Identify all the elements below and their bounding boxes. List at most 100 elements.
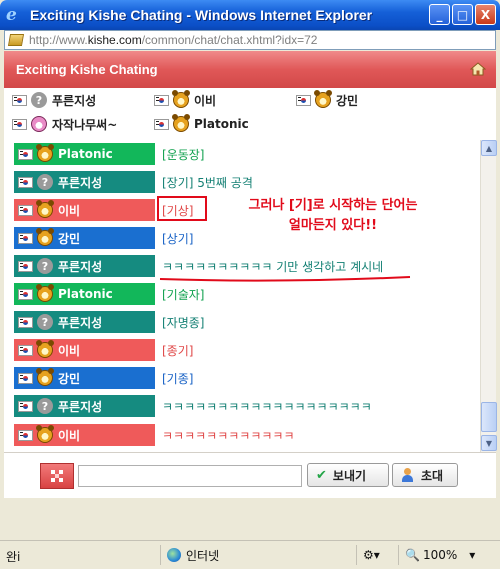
security-zone: 인터넷	[160, 545, 356, 565]
status-bar: 완i 인터넷 ⚙▾ 🔍 100% ▾	[0, 540, 500, 569]
korea-flag-icon	[18, 232, 33, 244]
sender-cell: ? 푸른지성	[14, 395, 155, 417]
person-icon	[401, 468, 415, 482]
sender-cell: Platonic	[14, 283, 155, 305]
chat-row: 강민 [기종]	[14, 367, 474, 389]
korea-flag-icon	[18, 176, 33, 188]
bear-avatar-icon	[36, 284, 54, 302]
unknown-avatar-icon: ?	[37, 398, 53, 414]
korea-flag-icon	[154, 94, 169, 106]
user-item[interactable]: ? 푸른지성	[12, 90, 96, 110]
message-text: [상기]	[162, 231, 194, 246]
close-button[interactable]: X	[475, 4, 496, 25]
korea-flag-icon	[18, 288, 33, 300]
chat-log: Platonic [운동장] ? 푸른지성 [장기] 5번째 공격 이비 [기상]…	[4, 140, 480, 452]
unknown-avatar-icon: ?	[37, 258, 53, 274]
annotation-line-1: 그러나 [기]로 시작하는 단어는	[248, 198, 418, 213]
globe-icon	[167, 548, 181, 562]
page-title: Exciting Kishe Chating	[16, 62, 158, 77]
url-text: http://www.kishe.com/common/chat/chat.xh…	[29, 33, 318, 47]
zoom-control[interactable]: 🔍 100% ▾	[398, 545, 496, 565]
chat-row: ? 푸른지성 ㅋㅋㅋㅋㅋㅋㅋㅋㅋㅋㅋㅋㅋㅋㅋㅋㅋㅋㅋ	[14, 395, 474, 417]
bear-avatar-icon	[314, 90, 332, 108]
unknown-avatar-icon: ?	[31, 92, 47, 108]
message-text: [운동장]	[162, 147, 205, 162]
minimize-button[interactable]: _	[429, 4, 450, 25]
page-icon	[7, 34, 25, 46]
korea-flag-icon	[18, 148, 33, 160]
sender-cell: 강민	[14, 227, 155, 249]
message-text: ㅋㅋㅋㅋㅋㅋㅋㅋㅋㅋ 기만 생각하고 계시네	[162, 259, 384, 274]
annotation-text: 그러나 [기]로 시작하는 단어는 얼마든지 있다!!	[213, 196, 453, 236]
protected-mode-toggle[interactable]: ⚙▾	[356, 545, 398, 565]
window-controls: _ □ X	[429, 4, 496, 25]
scroll-thumb[interactable]	[481, 402, 497, 432]
user-name: 자작나무써~	[52, 117, 118, 132]
home-icon[interactable]	[470, 62, 486, 76]
wrench-icon: ⚙▾	[363, 548, 380, 562]
bear-avatar-icon	[36, 340, 54, 358]
sender-name: 푸른지성	[58, 259, 103, 274]
bear-avatar-icon	[36, 228, 54, 246]
sender-cell: 이비	[14, 199, 155, 221]
user-item[interactable]: 강민	[296, 90, 358, 110]
korea-flag-icon	[18, 429, 33, 441]
ie-logo-icon: e	[6, 5, 17, 25]
bear-avatar-icon	[36, 144, 54, 162]
chat-input[interactable]	[78, 465, 302, 487]
user-item[interactable]: 이비	[154, 90, 216, 110]
sender-cell: ? 푸른지성	[14, 255, 155, 277]
input-bar: ✔ 보내기 초대	[4, 452, 496, 498]
zone-label: 인터넷	[186, 548, 220, 563]
message-text: [자명종]	[162, 315, 205, 330]
chevron-down-icon: ▾	[469, 548, 476, 562]
emoticon-button[interactable]	[40, 463, 74, 489]
user-name: Platonic	[194, 117, 249, 131]
korea-flag-icon	[18, 372, 33, 384]
chat-header: Exciting Kishe Chating	[4, 51, 496, 88]
pink-avatar-icon	[31, 116, 47, 132]
message-text: [종기]	[162, 343, 194, 358]
chat-scrollbar[interactable]: ▲ ▼	[480, 140, 497, 452]
korea-flag-icon	[296, 94, 311, 106]
user-item[interactable]: 자작나무써~	[12, 114, 117, 134]
bear-avatar-icon	[172, 90, 190, 108]
sender-cell: ? 푸른지성	[14, 171, 155, 193]
invite-button[interactable]: 초대	[392, 463, 458, 487]
address-bar[interactable]: http://www.kishe.com/common/chat/chat.xh…	[4, 30, 496, 50]
sender-name: 푸른지성	[58, 175, 103, 190]
unknown-avatar-icon: ?	[37, 314, 53, 330]
chat-row: 이비 [종기]	[14, 339, 474, 361]
scroll-up-icon[interactable]: ▲	[481, 140, 497, 156]
zoom-level: 100%	[422, 548, 458, 562]
chat-row: 이비 ㅋㅋㅋㅋㅋㅋㅋㅋㅋㅋㅋㅋ	[14, 424, 474, 446]
status-text: 완i	[6, 550, 21, 564]
sender-cell: 이비	[14, 424, 155, 446]
sender-name: Platonic	[58, 287, 113, 301]
korea-flag-icon	[12, 94, 27, 106]
sender-cell: 이비	[14, 339, 155, 361]
korea-flag-icon	[18, 316, 33, 328]
user-name: 강민	[336, 93, 359, 108]
sender-cell: Platonic	[14, 143, 155, 165]
zoom-icon: 🔍	[405, 548, 420, 562]
send-button[interactable]: ✔ 보내기	[307, 463, 389, 487]
message-text: [기종]	[162, 371, 194, 386]
bear-avatar-icon	[36, 368, 54, 386]
chat-row: ? 푸른지성 [자명종]	[14, 311, 474, 333]
korea-flag-icon	[18, 344, 33, 356]
user-name: 푸른지성	[52, 93, 97, 108]
annotation-box	[157, 196, 207, 221]
scroll-down-icon[interactable]: ▼	[481, 435, 497, 451]
korea-flag-icon	[12, 118, 27, 130]
maximize-button[interactable]: □	[452, 4, 473, 25]
user-item[interactable]: Platonic	[154, 114, 249, 134]
send-label: 보내기	[332, 468, 367, 483]
message-text: ㅋㅋㅋㅋㅋㅋㅋㅋㅋㅋㅋㅋ	[162, 428, 295, 443]
annotation-line-2: 얼마든지 있다!!	[288, 218, 378, 233]
bear-avatar-icon	[172, 114, 190, 132]
unknown-avatar-icon: ?	[37, 174, 53, 190]
bear-avatar-icon	[36, 425, 54, 443]
sender-cell: 강민	[14, 367, 155, 389]
message-text: [기술자]	[162, 287, 205, 302]
